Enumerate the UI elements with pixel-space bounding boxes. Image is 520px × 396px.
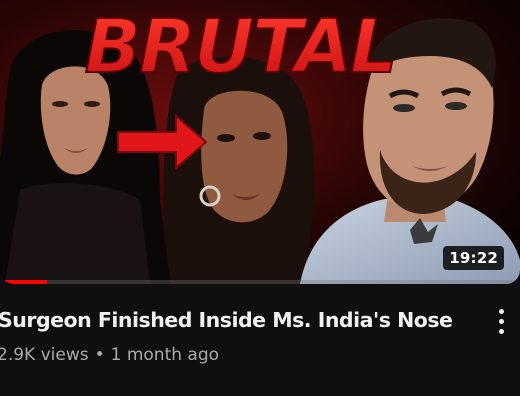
kebab-dot — [499, 329, 504, 334]
view-count: 2.9K views — [0, 345, 89, 365]
watch-progress-fill — [0, 280, 47, 284]
duration-badge: 19:22 — [443, 246, 504, 270]
thumbnail-image: BRUTAL — [0, 0, 520, 284]
video-card[interactable]: BRUTAL 19:22 Surgeon Finished Inside Ms.… — [0, 0, 520, 396]
kebab-dot — [499, 319, 504, 324]
kebab-dot — [499, 309, 504, 314]
watch-progress-bar — [0, 280, 520, 284]
more-vertical-icon[interactable] — [490, 306, 514, 338]
video-metadata: 2.9K views • 1 month ago — [0, 345, 219, 365]
video-title[interactable]: Surgeon Finished Inside Ms. India's Nose — [0, 308, 468, 332]
meta-separator: • — [94, 345, 105, 365]
video-thumbnail[interactable]: BRUTAL 19:22 — [0, 0, 520, 284]
thumbnail-title-text: BRUTAL — [85, 4, 396, 90]
upload-age: 1 month ago — [110, 345, 220, 365]
